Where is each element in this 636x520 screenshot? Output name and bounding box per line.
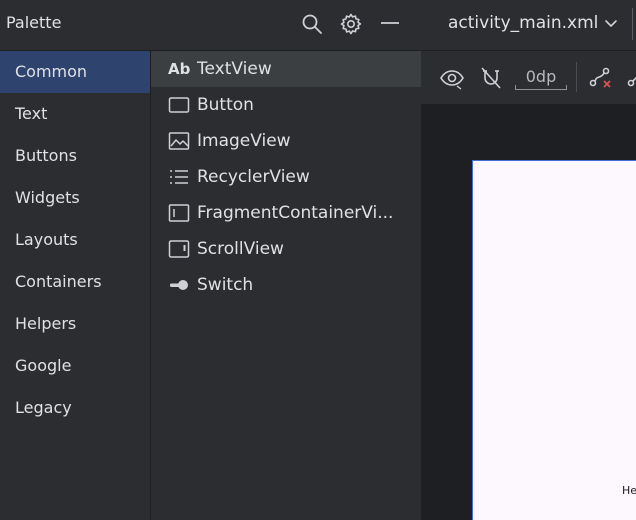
toolbar-separator: [576, 62, 577, 92]
category-widgets[interactable]: Widgets: [0, 177, 150, 219]
category-legacy[interactable]: Legacy: [0, 387, 150, 429]
category-containers[interactable]: Containers: [0, 261, 150, 303]
category-common[interactable]: Common: [0, 51, 150, 93]
scrollview-icon: [168, 239, 190, 259]
search-icon[interactable]: [300, 12, 324, 36]
palette-header: Palette: [0, 0, 420, 51]
eye-icon[interactable]: [439, 65, 465, 91]
palette-categories: Common Text Buttons Widgets Layouts Cont…: [0, 51, 151, 520]
minimize-icon[interactable]: [378, 12, 402, 36]
category-google[interactable]: Google: [0, 345, 150, 387]
category-helpers[interactable]: Helpers: [0, 303, 150, 345]
list-icon: [168, 167, 190, 187]
widget-scrollview[interactable]: ScrollView: [151, 231, 421, 267]
widget-switch[interactable]: Switch: [151, 267, 421, 303]
device-preview-textview[interactable]: He: [622, 484, 636, 497]
widget-label: RecyclerView: [197, 167, 310, 187]
fragment-container-icon: [168, 203, 190, 223]
button-icon: [168, 95, 190, 115]
widget-label: Switch: [197, 275, 254, 295]
widget-label: Button: [197, 95, 254, 115]
gear-icon[interactable]: [339, 12, 363, 36]
device-preview[interactable]: He: [472, 160, 636, 520]
switch-icon: [168, 275, 190, 295]
tab-divider: [632, 8, 633, 40]
android-studio-layout-editor: Palette Common Text Buttons Widgets Layo…: [0, 0, 636, 520]
widget-textview[interactable]: Ab TextView: [151, 51, 421, 87]
category-text[interactable]: Text: [0, 93, 150, 135]
infer-constraints-icon[interactable]: [625, 65, 636, 91]
widget-fragmentcontainerview[interactable]: FragmentContainerVi...: [151, 195, 421, 231]
category-layouts[interactable]: Layouts: [0, 219, 150, 261]
widget-imageview[interactable]: ImageView: [151, 123, 421, 159]
palette-widgets: Ab TextView Button ImageView RecyclerVie…: [151, 51, 422, 520]
palette-title: Palette: [6, 13, 62, 32]
chevron-down-icon[interactable]: [603, 15, 619, 31]
clear-constraints-icon[interactable]: [587, 65, 613, 91]
image-icon: [168, 131, 190, 151]
widget-label: ScrollView: [197, 239, 284, 259]
design-surface[interactable]: He: [421, 105, 636, 520]
widget-button[interactable]: Button: [151, 87, 421, 123]
textview-icon: Ab: [168, 60, 191, 78]
default-margin-field[interactable]: 0dp: [515, 65, 567, 90]
editor-tabbar: activity_main.xml: [421, 0, 636, 51]
magnet-off-icon[interactable]: [478, 65, 504, 91]
widget-label: FragmentContainerVi...: [197, 203, 394, 223]
category-buttons[interactable]: Buttons: [0, 135, 150, 177]
widget-label: ImageView: [197, 131, 291, 151]
widget-recyclerview[interactable]: RecyclerView: [151, 159, 421, 195]
editor-toolbar: 0dp: [421, 51, 636, 105]
tab-activity-main[interactable]: activity_main.xml: [448, 13, 598, 33]
widget-label: TextView: [197, 59, 272, 79]
